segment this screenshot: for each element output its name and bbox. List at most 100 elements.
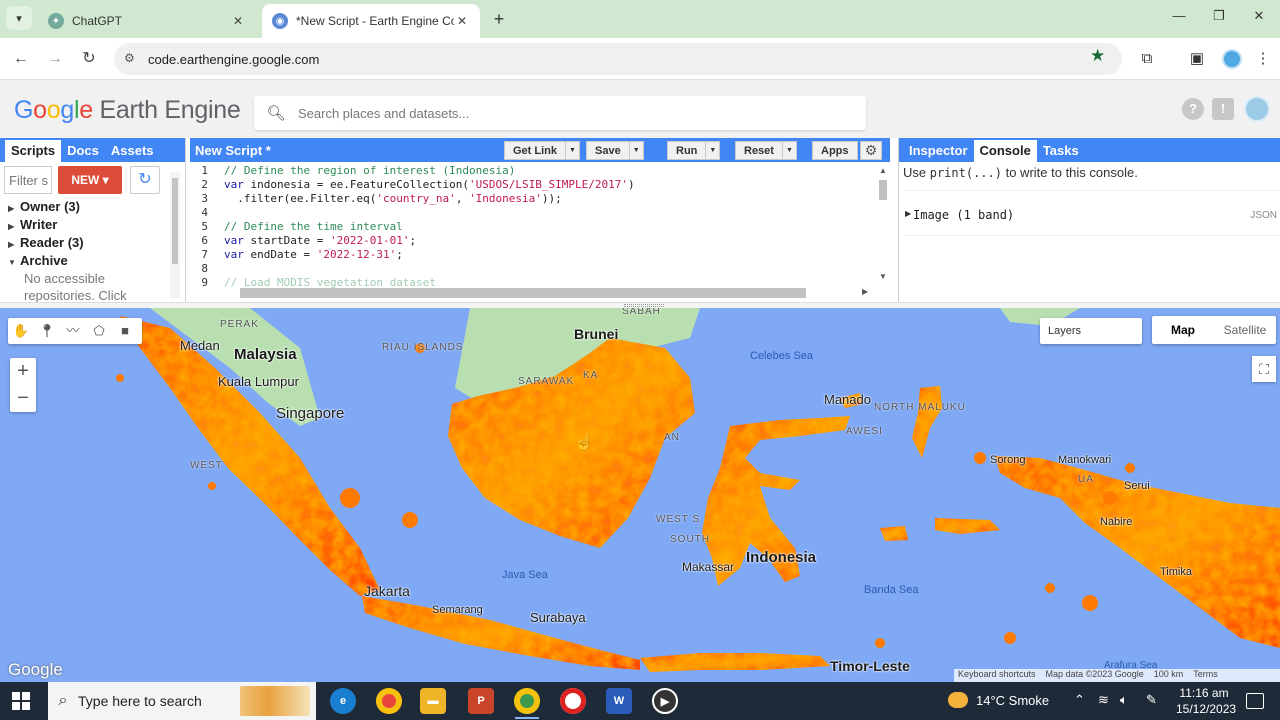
scripts-scrollbar[interactable] [170, 172, 180, 298]
clock[interactable]: 11:16 am 15/12/2023 [1176, 685, 1236, 717]
scrollbar-thumb[interactable] [172, 178, 178, 264]
more-menu-icon[interactable]: ⋮ [1252, 48, 1274, 70]
chrome-icon[interactable] [376, 688, 402, 714]
help-icon[interactable]: ? [1182, 98, 1204, 120]
maximize-button[interactable]: ❐ [1204, 8, 1234, 30]
tree-item-reader[interactable]: ▶ Reader (3) [8, 234, 166, 252]
code-line[interactable]: 4 [190, 206, 876, 220]
address-bar[interactable]: ⚙ code.earthengine.google.com [114, 43, 1122, 75]
tab-assets[interactable]: Assets [105, 140, 160, 162]
save-button[interactable]: Save ▼ [586, 141, 644, 160]
record-icon[interactable] [560, 688, 586, 714]
reload-icon[interactable]: ↻ [78, 48, 100, 70]
editor-horizontal-scrollbar[interactable]: ▶ [236, 286, 870, 298]
code-line[interactable]: 1 // Define the region of interest (Indon… [190, 164, 876, 178]
close-window-button[interactable]: ✕ [1244, 8, 1274, 30]
filter-scripts-input[interactable] [4, 166, 52, 194]
map-type-map[interactable]: Map [1152, 316, 1214, 344]
places-search[interactable]: 🔍︎ [254, 96, 866, 130]
scale-label[interactable]: 100 km [1154, 669, 1184, 682]
code-line[interactable]: 7 var endDate = '2022-12-31'; [190, 248, 876, 262]
bookmark-star-icon[interactable]: ★ [1090, 46, 1105, 66]
new-script-button[interactable]: NEW ▾ [58, 166, 122, 194]
polygon-icon[interactable]: ⬠ [86, 318, 112, 344]
zoom-out-button[interactable]: − [10, 385, 36, 412]
tree-item-owner[interactable]: ▶ Owner (3) [8, 198, 166, 216]
code-line[interactable]: 5 // Define the time interval [190, 220, 876, 234]
code-text-area[interactable]: 1 // Define the region of interest (Indon… [190, 164, 876, 288]
tree-item-archive[interactable]: ▼ Archive [8, 252, 166, 270]
minimize-button[interactable]: — [1164, 8, 1194, 30]
scroll-right-icon[interactable]: ▶ [862, 287, 868, 296]
terms-link[interactable]: Terms [1193, 669, 1218, 682]
line-icon[interactable]: 〰 [60, 318, 86, 344]
console-entry[interactable]: ▶ Image (1 band) JSON [903, 190, 1280, 236]
reset-button[interactable]: Reset ▼ [735, 141, 797, 160]
scrollbar-thumb[interactable] [879, 180, 887, 200]
gear-icon[interactable]: ⚙ [860, 141, 882, 160]
fullscreen-icon[interactable]: ⛶ [1252, 356, 1276, 382]
tab-scripts[interactable]: Scripts [5, 140, 62, 162]
tab-docs[interactable]: Docs [61, 140, 105, 162]
windows-start-icon[interactable] [12, 692, 30, 710]
scroll-down-icon[interactable]: ▼ [879, 272, 887, 281]
run-button[interactable]: Run ▼ [667, 141, 721, 160]
word-icon[interactable]: W [606, 688, 632, 714]
caret-right-icon[interactable]: ▶ [905, 209, 911, 218]
marker-icon[interactable]: 📍︎ [34, 318, 60, 344]
dropdown-arrow-icon[interactable]: ▼ [565, 142, 579, 159]
taskbar-search[interactable]: ⌕ Type here to search [48, 682, 316, 720]
splitter-grip[interactable] [624, 304, 664, 307]
code-line[interactable]: 8 [190, 262, 876, 276]
get-link-button[interactable]: Get Link ▼ [504, 141, 581, 160]
side-panel-icon[interactable]: ▣ [1186, 48, 1208, 70]
notification-icon[interactable] [1246, 693, 1264, 709]
scroll-up-icon[interactable]: ▲ [879, 166, 887, 175]
tab-search-button[interactable]: ▾ [6, 6, 32, 30]
dropdown-arrow-icon[interactable]: ▼ [705, 142, 719, 159]
tab-console[interactable]: Console [973, 140, 1037, 162]
apps-button[interactable]: Apps [812, 141, 858, 160]
layers-button[interactable]: Layers [1040, 318, 1142, 344]
close-icon[interactable]: ✕ [230, 14, 246, 28]
back-arrow-icon[interactable]: ← [10, 48, 32, 70]
chevron-up-icon[interactable]: ⌃ [1074, 692, 1085, 708]
tab-inspector[interactable]: Inspector [903, 140, 974, 162]
code-line[interactable]: 2 var indonesia = ee.FeatureCollection('U… [190, 178, 876, 192]
dropdown-arrow-icon[interactable]: ▼ [781, 142, 796, 159]
pan-hand-icon[interactable]: ✋ [8, 318, 34, 344]
tree-item-writer[interactable]: ▶ Writer [8, 216, 166, 234]
code-line[interactable]: 6 var startDate = '2022-01-01'; [190, 234, 876, 248]
weather-widget[interactable]: 14°C Smoke [948, 692, 1049, 708]
dropdown-arrow-icon[interactable]: ▼ [628, 142, 643, 159]
profile-avatar[interactable] [1222, 49, 1242, 69]
editor-vertical-scrollbar[interactable]: ▲ ▼ [876, 164, 890, 288]
close-icon[interactable]: ✕ [454, 14, 470, 28]
volume-icon[interactable]: 🔈︎ [1120, 692, 1128, 708]
forward-arrow-icon[interactable]: → [44, 48, 66, 70]
powerpoint-icon[interactable]: P [468, 688, 494, 714]
zoom-in-button[interactable]: + [10, 358, 36, 385]
feedback-icon[interactable]: ! [1212, 98, 1234, 120]
scrollbar-thumb[interactable] [240, 288, 806, 298]
wifi-icon[interactable]: ≋ [1098, 692, 1109, 708]
earth-engine-logo[interactable]: Google Earth Engine [14, 96, 241, 125]
search-input[interactable] [298, 105, 866, 121]
tab-chatgpt[interactable]: ✦ ChatGPT ✕ [38, 4, 256, 38]
extensions-icon[interactable]: ⧉ [1136, 48, 1158, 70]
tab-tasks[interactable]: Tasks [1037, 140, 1085, 162]
refresh-icon[interactable]: ↻ [130, 166, 160, 194]
site-settings-icon[interactable]: ⚙ [124, 51, 135, 65]
keyboard-shortcuts-link[interactable]: Keyboard shortcuts [958, 669, 1036, 682]
file-explorer-icon[interactable]: ▬ [420, 688, 446, 714]
json-link[interactable]: JSON [1250, 210, 1277, 221]
new-tab-button[interactable]: + [488, 8, 510, 30]
edge-icon[interactable]: e [330, 688, 356, 714]
pen-icon[interactable]: ✎ [1146, 692, 1157, 708]
code-line[interactable]: 3 .filter(ee.Filter.eq('country_na', 'In… [190, 192, 876, 206]
rectangle-icon[interactable]: ■ [112, 318, 138, 344]
account-avatar[interactable] [1244, 96, 1270, 122]
map-type-satellite[interactable]: Satellite [1214, 316, 1276, 344]
map-view[interactable]: PERAK Medan Malaysia Kuala Lumpur Singap… [0, 308, 1280, 682]
chrome-icon[interactable] [514, 688, 540, 714]
